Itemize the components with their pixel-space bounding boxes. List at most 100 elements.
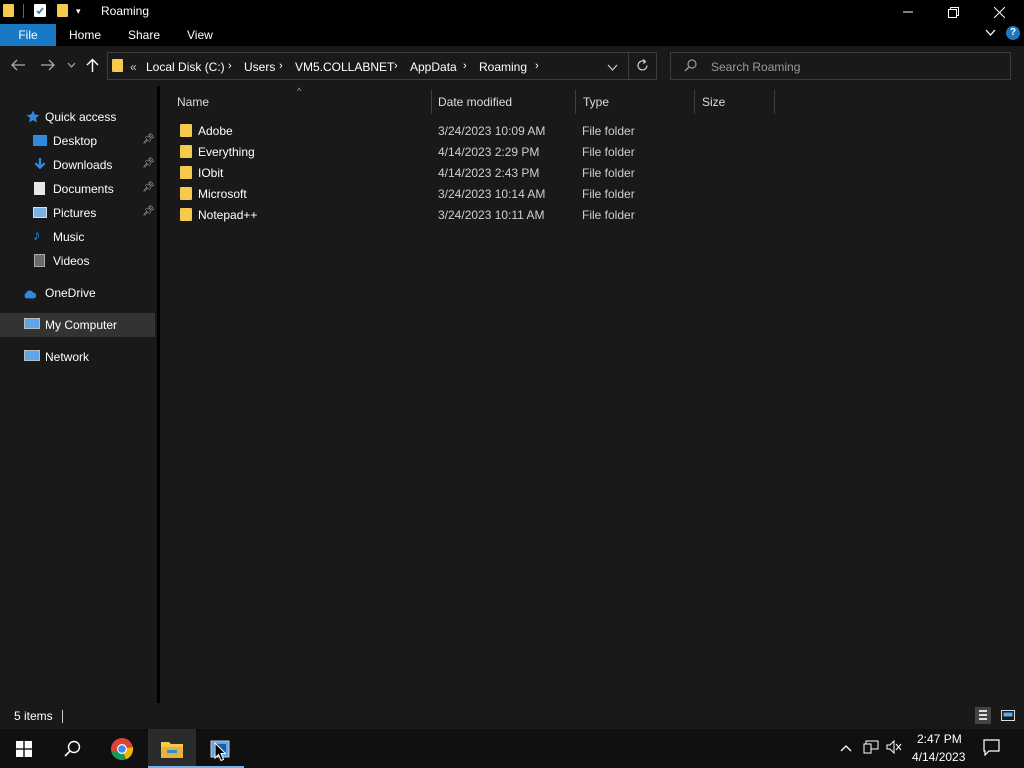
- large-icons-view-icon[interactable]: [1001, 710, 1015, 724]
- tab-home[interactable]: Home: [69, 28, 101, 42]
- table-row[interactable]: Microsoft 3/24/2023 10:14 AM File folder: [160, 183, 1024, 204]
- file-date: 3/24/2023 10:11 AM: [438, 208, 545, 222]
- nav-item-pictures[interactable]: Pictures 📌︎: [0, 201, 155, 225]
- network-tray-icon[interactable]: [863, 740, 879, 757]
- breadcrumb-chevron-icon[interactable]: ›: [394, 60, 398, 72]
- close-button[interactable]: [976, 0, 1022, 24]
- window-title: Roaming: [101, 4, 150, 18]
- pictures-icon: [33, 207, 47, 218]
- breadcrumb-chevron-icon[interactable]: ›: [463, 60, 467, 72]
- recent-locations-icon[interactable]: [67, 58, 76, 74]
- separator: [62, 710, 63, 723]
- file-date: 3/24/2023 10:09 AM: [438, 124, 546, 138]
- file-date: 4/14/2023 2:29 PM: [438, 145, 540, 159]
- separator: [628, 52, 629, 80]
- breadcrumb-overflow[interactable]: «: [130, 60, 137, 74]
- help-icon[interactable]: ?: [1006, 26, 1020, 40]
- folder-icon: [180, 166, 192, 179]
- notifications-icon[interactable]: [983, 739, 1000, 759]
- up-button[interactable]: [86, 58, 99, 76]
- nav-item-downloads[interactable]: Downloads 📌︎: [0, 153, 155, 177]
- nav-label: Pictures: [53, 206, 97, 220]
- new-folder-icon[interactable]: [57, 4, 68, 17]
- network-icon: [24, 350, 40, 361]
- folder-icon[interactable]: [3, 4, 14, 17]
- sort-ascending-icon: ^: [297, 86, 302, 96]
- file-date: 4/14/2023 2:43 PM: [438, 166, 540, 180]
- address-history-icon[interactable]: [607, 61, 618, 75]
- column-divider[interactable]: [431, 90, 432, 114]
- pin-icon: 📌︎: [142, 158, 155, 169]
- nav-onedrive[interactable]: OneDrive: [0, 281, 155, 305]
- item-count: 5 items: [14, 709, 53, 723]
- table-row[interactable]: Adobe 3/24/2023 10:09 AM File folder: [160, 120, 1024, 141]
- breadcrumb-appdata[interactable]: AppData: [410, 60, 457, 74]
- nav-label: Downloads: [53, 158, 113, 172]
- chrome-icon[interactable]: [98, 729, 146, 768]
- videos-icon: [34, 254, 45, 267]
- nav-quick-access[interactable]: Quick access: [0, 105, 155, 129]
- clock-time[interactable]: 2:47 PM: [917, 732, 962, 746]
- nav-label: Quick access: [45, 110, 117, 124]
- folder-icon: [180, 124, 192, 137]
- onedrive-icon: [24, 290, 37, 299]
- file-name: Notepad++: [198, 208, 258, 222]
- start-button[interactable]: [0, 729, 48, 768]
- restore-button[interactable]: [930, 0, 976, 24]
- file-explorer-taskbar-icon[interactable]: [148, 729, 196, 768]
- search-placeholder: Search Roaming: [711, 60, 801, 74]
- column-divider[interactable]: [575, 90, 576, 114]
- pin-icon: 📌︎: [142, 206, 155, 217]
- breadcrumb-local-disk[interactable]: Local Disk (C:): [146, 60, 225, 74]
- nav-item-desktop[interactable]: Desktop 📌︎: [0, 129, 155, 153]
- music-icon: ♪: [33, 227, 41, 244]
- nav-my-computer[interactable]: My Computer: [0, 313, 155, 337]
- clock-date[interactable]: 4/14/2023: [912, 750, 965, 764]
- nav-item-music[interactable]: ♪ Music: [0, 225, 155, 249]
- title-bar: [0, 0, 1024, 24]
- nav-item-videos[interactable]: Videos: [0, 249, 155, 273]
- properties-icon[interactable]: [34, 4, 46, 17]
- show-hidden-icons-icon[interactable]: [840, 741, 852, 755]
- table-row[interactable]: Everything 4/14/2023 2:29 PM File folder: [160, 141, 1024, 162]
- column-header-size[interactable]: Size: [702, 95, 725, 109]
- minimize-button[interactable]: [885, 0, 931, 24]
- column-header-name[interactable]: Name: [177, 95, 209, 109]
- customize-quick-access-icon[interactable]: ▾: [76, 6, 81, 17]
- file-type: File folder: [582, 187, 635, 201]
- forward-button[interactable]: [40, 58, 55, 74]
- breadcrumb-roaming[interactable]: Roaming: [479, 60, 527, 74]
- file-type: File folder: [582, 145, 635, 159]
- file-date: 3/24/2023 10:14 AM: [438, 187, 546, 201]
- back-button[interactable]: [11, 58, 26, 74]
- column-divider[interactable]: [774, 90, 775, 114]
- column-header-type[interactable]: Type: [583, 95, 609, 109]
- expand-ribbon-icon[interactable]: [985, 27, 996, 41]
- table-row[interactable]: IObit 4/14/2023 2:43 PM File folder: [160, 162, 1024, 183]
- desktop-icon: [33, 135, 47, 146]
- file-type: File folder: [582, 166, 635, 180]
- folder-icon: [180, 145, 192, 158]
- breadcrumb-vm5[interactable]: VM5.COLLABNET: [295, 60, 394, 74]
- breadcrumb-chevron-icon[interactable]: ›: [279, 60, 283, 72]
- tab-share[interactable]: Share: [128, 28, 160, 42]
- table-row[interactable]: Notepad++ 3/24/2023 10:11 AM File folder: [160, 204, 1024, 225]
- volume-muted-icon[interactable]: [886, 739, 902, 757]
- column-header-date[interactable]: Date modified: [438, 95, 512, 109]
- breadcrumb-users[interactable]: Users: [244, 60, 275, 74]
- refresh-icon[interactable]: [636, 59, 649, 75]
- nav-label: My Computer: [45, 318, 118, 332]
- breadcrumb-chevron-icon[interactable]: ›: [228, 60, 232, 72]
- folder-icon: [180, 187, 192, 200]
- column-divider[interactable]: [694, 90, 695, 114]
- nav-network[interactable]: Network: [0, 345, 155, 369]
- nav-item-documents[interactable]: Documents 📌︎: [0, 177, 155, 201]
- nav-label: Desktop: [53, 134, 98, 148]
- computer-icon: [24, 318, 40, 329]
- breadcrumb-chevron-icon[interactable]: ›: [535, 60, 539, 72]
- tab-view[interactable]: View: [187, 28, 213, 42]
- separator: [23, 4, 24, 18]
- search-button[interactable]: [48, 729, 96, 768]
- tab-file[interactable]: File: [0, 24, 56, 46]
- details-view-icon[interactable]: [975, 707, 991, 724]
